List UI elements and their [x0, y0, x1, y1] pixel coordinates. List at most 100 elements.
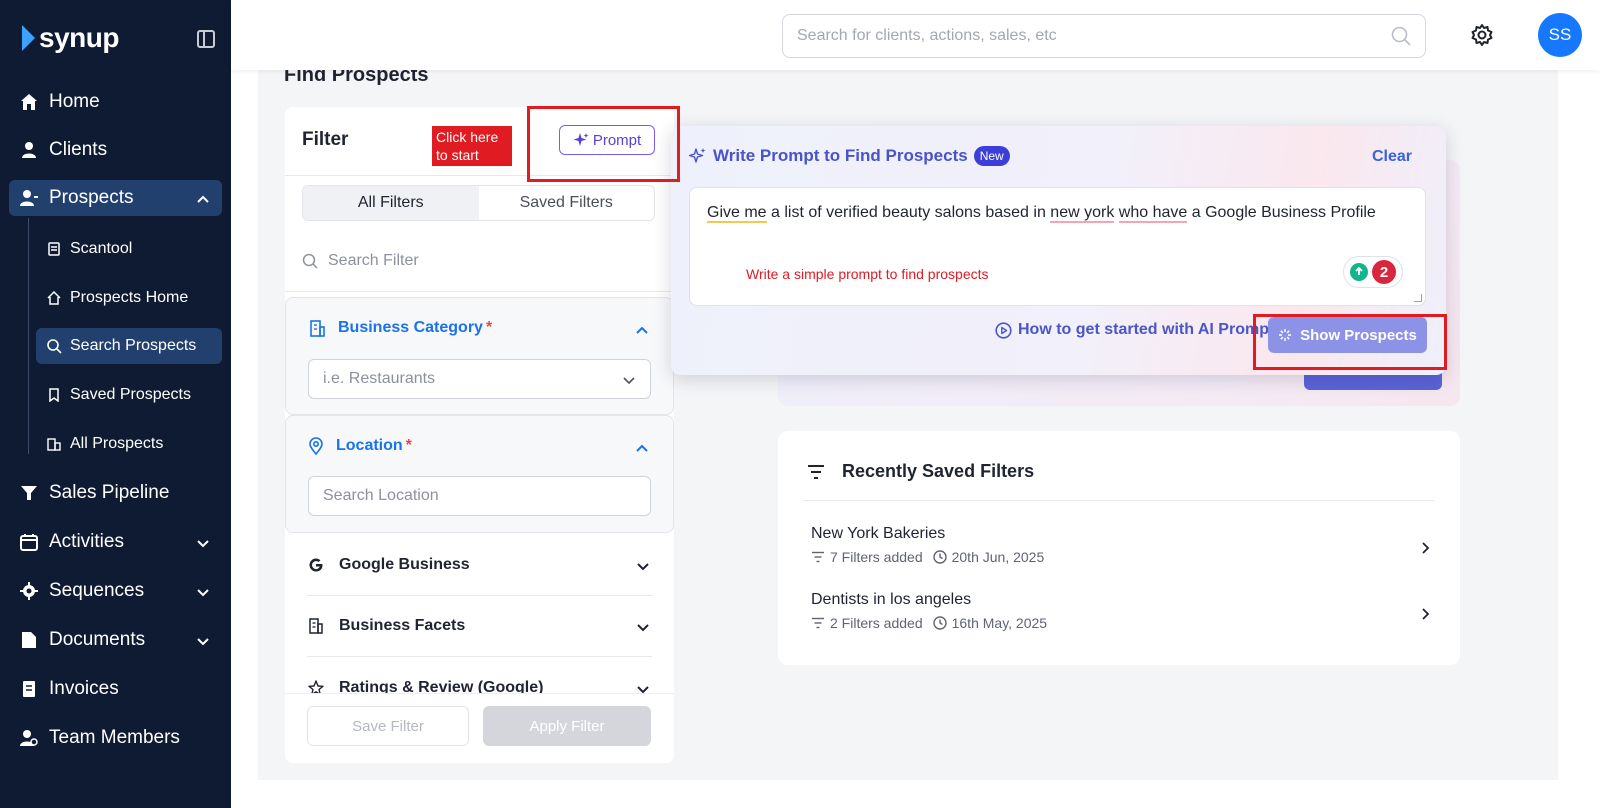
sidebar-item-prospects[interactable]: Prospects — [9, 180, 222, 216]
saved-filter-name: New York Bakeries — [811, 525, 946, 542]
prospects-icon — [19, 188, 39, 208]
sidebar-sub-label: Search Prospects — [70, 337, 197, 354]
prompt-text-part: new york — [1050, 204, 1115, 223]
bookmark-icon — [46, 387, 62, 403]
location-input-box[interactable] — [308, 476, 651, 516]
location-header[interactable]: Location * — [308, 437, 412, 455]
filter-title: Filter — [302, 129, 349, 150]
building-icon — [308, 319, 326, 337]
annotation-highlight-show-prospects — [1253, 314, 1447, 370]
business-category-header[interactable]: Business Category * — [308, 319, 492, 337]
prompt-textarea[interactable]: Give me a list of verified beauty salons… — [689, 187, 1426, 306]
search-icon — [302, 253, 318, 269]
clock-icon — [932, 616, 947, 630]
filter-lines-icon — [812, 617, 824, 629]
sidebar-item-activities[interactable]: Activities — [9, 524, 222, 560]
global-search-input[interactable] — [783, 15, 1363, 57]
tab-all-filters[interactable]: All Filters — [303, 186, 479, 220]
new-badge: New — [973, 146, 1010, 166]
chevron-up-icon[interactable] — [635, 441, 649, 460]
building-icon — [307, 618, 325, 634]
resize-handle[interactable] — [1414, 294, 1422, 302]
clear-link[interactable]: Clear — [1372, 148, 1412, 166]
synup-logo[interactable]: synup — [22, 22, 119, 54]
chevron-down-icon — [196, 583, 210, 605]
chevron-down-icon — [196, 534, 210, 556]
sidebar-item-home[interactable]: Home — [9, 84, 222, 120]
sidebar-collapse-icon[interactable] — [197, 30, 215, 48]
divider — [285, 291, 674, 292]
home-icon — [19, 92, 39, 112]
location-input[interactable] — [323, 487, 623, 505]
sidebar-item-sales-pipeline[interactable]: Sales Pipeline — [9, 475, 222, 511]
sidebar-sub-all-prospects[interactable]: All Prospects — [36, 426, 222, 462]
calendar-icon — [19, 532, 39, 552]
google-business-section[interactable]: Google Business — [307, 545, 652, 585]
saved-filter-count: 2 Filters added — [830, 615, 923, 631]
settings-gear-icon[interactable] — [1470, 23, 1494, 52]
divider — [307, 656, 652, 657]
sidebar-item-invoices[interactable]: Invoices — [9, 671, 222, 707]
recent-filters-title: Recently Saved Filters — [806, 461, 1034, 482]
global-search[interactable] — [782, 14, 1426, 58]
annotation-highlight-prompt — [527, 106, 680, 182]
apply-filter-button[interactable]: Apply Filter — [483, 706, 651, 746]
grammar-issue-count: 2 — [1372, 260, 1396, 284]
tab-saved-filters[interactable]: Saved Filters — [479, 186, 655, 220]
sidebar-sub-label: Scantool — [70, 240, 133, 257]
sidebar-item-label: Invoices — [49, 678, 119, 699]
saved-filter-date: 16th May, 2025 — [951, 615, 1048, 631]
howto-ai-prompt-label: How to get started with AI Prompt — [1018, 321, 1275, 338]
sidebar-item-documents[interactable]: Documents — [9, 622, 222, 658]
chevron-down-icon — [636, 559, 650, 578]
sidebar-item-label: Team Members — [49, 727, 180, 748]
business-facets-label: Business Facets — [339, 617, 466, 634]
prompt-text: Give me a list of verified beauty salons… — [707, 204, 1376, 223]
sidebar-sub-prospects-home[interactable]: Prospects Home — [36, 280, 222, 316]
business-category-select[interactable]: i.e. Restaurants — [308, 359, 651, 399]
howto-ai-prompt-link[interactable]: How to get started with AI Prompt — [995, 321, 1274, 339]
filter-panel: Filter Prompt All Filters Saved Filters … — [285, 107, 674, 763]
recent-filters-title-text: Recently Saved Filters — [842, 461, 1035, 481]
search-icon[interactable] — [1391, 26, 1411, 51]
grammar-checker-badge[interactable]: 2 — [1343, 256, 1403, 288]
saved-filter-name: Dentists in los angeles — [811, 591, 972, 608]
sidebar-sub-search-prospects[interactable]: Search Prospects — [36, 328, 222, 364]
location-label: Location — [336, 437, 403, 454]
business-facets-section[interactable]: Business Facets — [307, 606, 652, 646]
sidebar-item-sequences[interactable]: Sequences — [9, 573, 222, 609]
invoice-icon — [19, 679, 39, 699]
sidebar-item-label: Home — [49, 91, 100, 112]
sidebar-sub-label: All Prospects — [70, 435, 164, 452]
clock-icon — [932, 550, 947, 564]
chevron-up-icon[interactable] — [635, 323, 649, 342]
chevron-right-icon — [1419, 607, 1431, 626]
location-section: Location * — [285, 415, 674, 533]
chevron-down-icon — [196, 632, 210, 654]
required-asterisk: * — [485, 319, 493, 336]
user-avatar[interactable]: SS — [1538, 13, 1582, 57]
save-filter-button[interactable]: Save Filter — [307, 706, 469, 746]
search-icon — [46, 338, 62, 354]
filter-lines-icon — [808, 464, 824, 479]
user-icon — [19, 140, 39, 160]
prompt-text-part: a list of verified beauty salons based i… — [766, 204, 1051, 221]
play-circle-icon — [995, 321, 1012, 339]
sidebar-sub-scantool[interactable]: Scantool — [36, 231, 222, 267]
prompt-popup-title-text: Write Prompt to Find Prospects — [713, 146, 968, 165]
grammar-icon — [1350, 263, 1368, 281]
business-category-placeholder: i.e. Restaurants — [323, 370, 436, 387]
sparkle-icon — [689, 148, 706, 163]
saved-filter-row[interactable]: New York Bakeries 7 Filters added 20th J… — [811, 525, 1431, 573]
sidebar-sub-saved-prospects[interactable]: Saved Prospects — [36, 377, 222, 413]
prompt-text-part: who have — [1118, 204, 1188, 223]
saved-filter-row[interactable]: Dentists in los angeles 2 Filters added … — [811, 591, 1431, 639]
sidebar-item-team-members[interactable]: Team Members — [9, 720, 222, 756]
filter-tabs: All Filters Saved Filters — [302, 185, 655, 221]
filter-footer: Save Filter Apply Filter — [285, 693, 674, 763]
prompt-text-part: Give me — [707, 204, 767, 223]
filter-search-input[interactable] — [328, 252, 628, 270]
filter-search[interactable] — [302, 243, 655, 279]
sidebar-item-clients[interactable]: Clients — [9, 132, 222, 168]
sidebar-item-label: Documents — [49, 629, 146, 650]
